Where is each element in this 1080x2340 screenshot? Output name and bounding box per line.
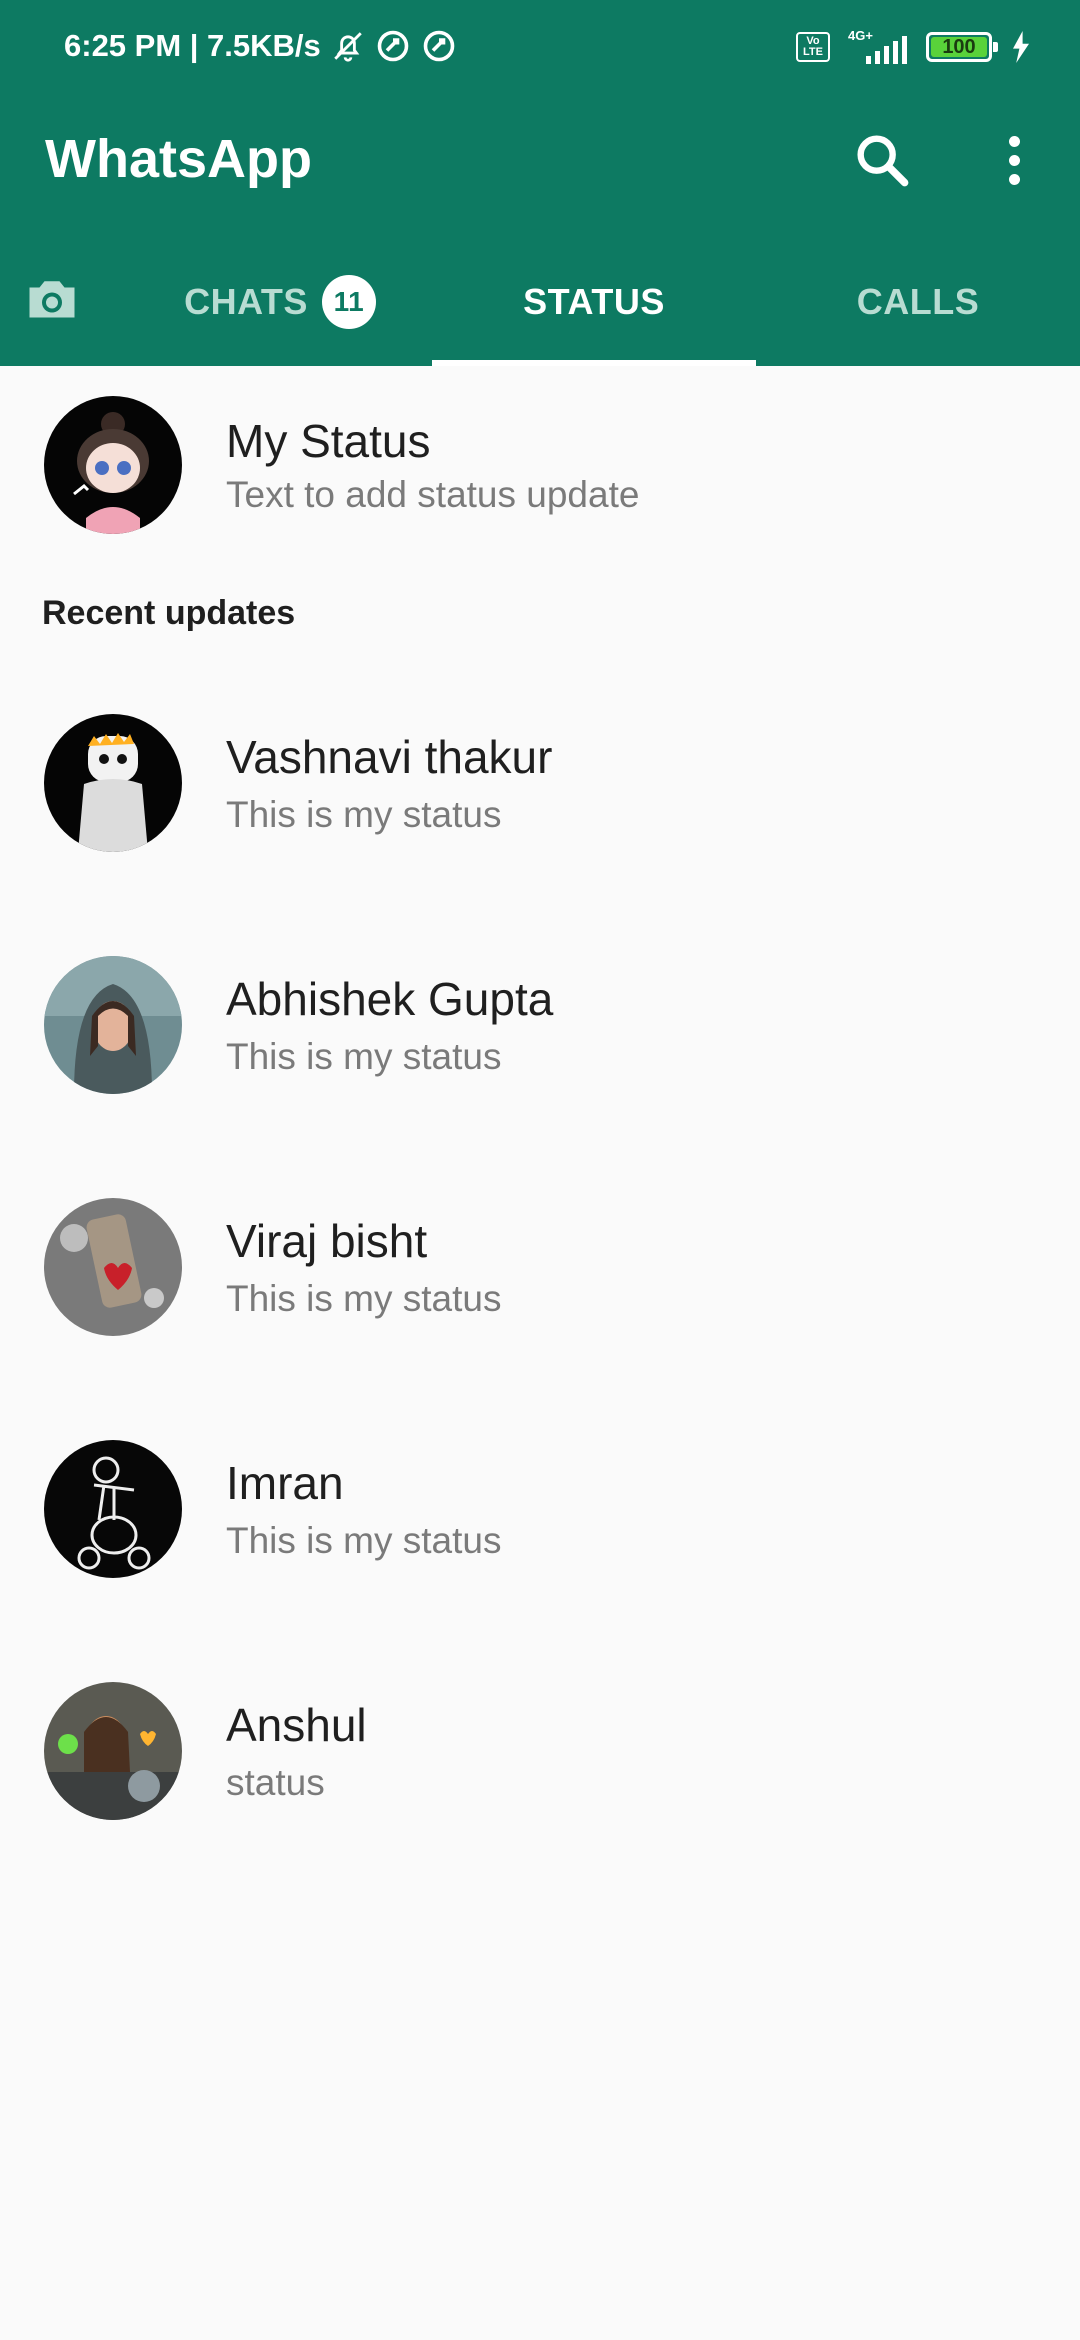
contact-avatar	[44, 1440, 182, 1578]
active-tab-indicator	[432, 360, 756, 366]
contact-avatar	[44, 956, 182, 1094]
contact-status: This is my status	[226, 1520, 502, 1561]
contact-status: status	[226, 1762, 325, 1803]
tab-calls-label: CALLS	[856, 281, 980, 322]
my-status-avatar	[44, 396, 182, 534]
status-bar-left: 6:25 PM | 7.5KB/s	[64, 28, 457, 64]
contact-status: This is my status	[226, 1036, 502, 1077]
contact-status: This is my status	[226, 1278, 502, 1319]
tab-status[interactable]: STATUS	[432, 270, 756, 334]
contact-avatar	[44, 714, 182, 852]
status-list-item[interactable]: Viraj bisht This is my status	[0, 1186, 1080, 1366]
unread-badge: 11	[321, 275, 376, 329]
signal-icon: 4G+	[848, 28, 908, 64]
status-bar-right: Vo LTE 4G+ 100	[796, 28, 1032, 64]
volte-icon: Vo LTE	[796, 32, 830, 62]
tab-status-label: STATUS	[523, 281, 665, 322]
app-title: WhatsApp	[45, 129, 312, 189]
camera-icon	[29, 281, 75, 318]
more-vert-icon	[1008, 135, 1020, 147]
status-list-item[interactable]: Imran This is my status	[0, 1428, 1080, 1608]
tab-chats[interactable]: CHATS 11	[130, 270, 430, 334]
more-options-button[interactable]	[990, 128, 1038, 192]
battery-icon: 100	[926, 32, 998, 62]
my-status-subtitle: Text to add status update	[226, 474, 640, 515]
status-time-speed: 6:25 PM | 7.5KB/s	[64, 28, 321, 63]
search-icon	[857, 135, 909, 187]
search-button[interactable]	[850, 128, 914, 192]
tab-calls[interactable]: CALLS	[756, 270, 1080, 334]
my-status-name: My Status	[226, 415, 431, 467]
status-list-item[interactable]: Anshul status	[0, 1670, 1080, 1850]
data-saver-icon-2	[421, 28, 457, 64]
muted-bell-icon	[331, 29, 365, 63]
recent-updates-label: Recent updates	[42, 594, 296, 632]
contact-avatar	[44, 1198, 182, 1336]
contact-name: Abhishek Gupta	[226, 973, 554, 1025]
contact-name: Vashnavi thakur	[226, 731, 553, 783]
my-status-row[interactable]: My Status Text to add status update	[0, 384, 1080, 564]
status-list-item[interactable]: Abhishek Gupta This is my status	[0, 944, 1080, 1124]
status-list-item[interactable]: Vashnavi thakur This is my status	[0, 702, 1080, 882]
battery-level: 100	[942, 36, 976, 58]
tab-bar: CHATS 11 STATUS CALLS	[0, 250, 1080, 366]
app-header: 6:25 PM | 7.5KB/s Vo LTE 4G+ 100 WhatsAp…	[0, 0, 1080, 366]
data-saver-icon	[375, 28, 411, 64]
contact-avatar	[44, 1682, 182, 1820]
contact-name: Imran	[226, 1457, 344, 1509]
contact-name: Anshul	[226, 1699, 367, 1751]
charging-icon	[1010, 31, 1032, 63]
tab-camera[interactable]	[22, 270, 86, 334]
contact-name: Viraj bisht	[226, 1215, 428, 1267]
contact-status: This is my status	[226, 794, 502, 835]
system-status-bar: 6:25 PM | 7.5KB/s Vo LTE 4G+ 100	[0, 0, 1080, 100]
tab-chats-label: CHATS	[184, 281, 308, 322]
